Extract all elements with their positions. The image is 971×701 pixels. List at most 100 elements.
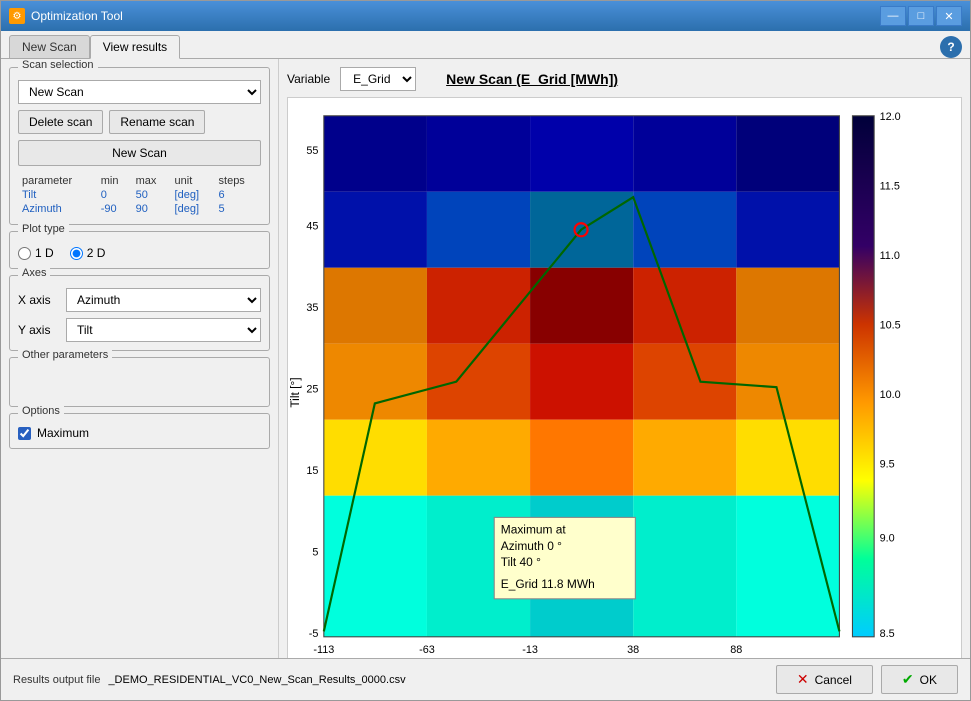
cell-0-0: [324, 116, 427, 192]
new-scan-button[interactable]: New Scan: [18, 140, 261, 166]
chart-svg: 55 45 35 25 15 5 -5 Tilt [°]: [288, 98, 961, 658]
x-tick-88: 88: [730, 644, 742, 656]
x-axis-dropdown[interactable]: Azimuth: [66, 288, 261, 312]
radio-1d-input[interactable]: [18, 247, 31, 260]
cell-5-4: [736, 496, 839, 637]
close-button[interactable]: ✕: [936, 6, 962, 26]
maximum-row: Maximum: [18, 426, 261, 440]
radio-row: 1 D 2 D: [18, 246, 261, 260]
azimuth-unit: [deg]: [171, 202, 215, 216]
x-axis-row: X axis Azimuth: [18, 288, 261, 312]
cell-4-2: [530, 420, 633, 496]
y-axis-dropdown[interactable]: Tilt: [66, 318, 261, 342]
tilt-min: 0: [97, 188, 132, 202]
radio-2d-input[interactable]: [70, 247, 83, 260]
radio-2d-label: 2 D: [87, 246, 106, 260]
cell-4-0: [324, 420, 427, 496]
cell-1-3: [633, 192, 736, 268]
colorbar-rect: [852, 116, 874, 637]
tab-new-scan[interactable]: New Scan: [9, 35, 90, 58]
scan-btn-row: Delete scan Rename scan: [18, 110, 261, 134]
col-max: max: [132, 174, 171, 188]
cell-0-2: [530, 116, 633, 192]
cell-3-2: [530, 344, 633, 420]
cb-label-95: 9.5: [880, 458, 895, 470]
other-params-group: Other parameters: [9, 357, 270, 407]
azimuth-max: 90: [132, 202, 171, 216]
col-steps: steps: [215, 174, 261, 188]
cell-2-2: [530, 268, 633, 344]
cell-1-1: [427, 192, 530, 268]
maximize-button[interactable]: □: [908, 6, 934, 26]
tooltip-line1: Maximum at: [501, 523, 567, 537]
scan-selection-group: Scan selection New Scan Delete scan Rena…: [9, 67, 270, 225]
cb-label-115: 11.5: [880, 181, 900, 193]
azimuth-min: -90: [97, 202, 132, 216]
delete-scan-button[interactable]: Delete scan: [18, 110, 103, 134]
plot-type-title: Plot type: [18, 223, 69, 235]
axes-title: Axes: [18, 267, 50, 279]
tilt-steps: 6: [215, 188, 261, 202]
cell-3-0: [324, 344, 427, 420]
main-window: ⚙ Optimization Tool — □ ✕ New Scan View …: [0, 0, 971, 701]
radio-2d[interactable]: 2 D: [70, 246, 106, 260]
results-file-section: Results output file _DEMO_RESIDENTIAL_VC…: [13, 674, 406, 686]
cell-2-1: [427, 268, 530, 344]
title-bar-left: ⚙ Optimization Tool: [9, 8, 123, 24]
cb-label-12: 12.0: [880, 111, 901, 123]
app-icon: ⚙: [9, 8, 25, 24]
y-tick-35: 35: [306, 302, 318, 314]
x-tick-13: -13: [522, 644, 538, 656]
cell-1-4: [736, 192, 839, 268]
maximum-checkbox[interactable]: [18, 427, 31, 440]
y-axis-label: Tilt [°]: [288, 377, 302, 407]
cb-label-85: 8.5: [880, 628, 895, 640]
cb-label-10: 10.0: [880, 389, 901, 401]
x-tick-38: 38: [627, 644, 639, 656]
cb-label-11: 11.0: [880, 250, 900, 262]
maximum-label: Maximum: [37, 426, 89, 440]
cancel-button[interactable]: ✕ Cancel: [776, 665, 873, 694]
ok-button[interactable]: ✔ OK: [881, 665, 958, 694]
scan-selection-title: Scan selection: [18, 59, 98, 71]
param-row-azimuth: Azimuth -90 90 [deg] 5: [18, 202, 261, 216]
y-tick-25: 25: [306, 384, 318, 396]
tooltip-line2: Azimuth 0 °: [501, 539, 562, 553]
tab-view-results[interactable]: View results: [90, 35, 180, 59]
col-min: min: [97, 174, 132, 188]
help-button[interactable]: ?: [940, 36, 962, 58]
cancel-icon: ✕: [797, 671, 809, 688]
cell-3-4: [736, 344, 839, 420]
tilt-max: 50: [132, 188, 171, 202]
window-controls: — □ ✕: [880, 6, 962, 26]
options-group: Options Maximum: [9, 413, 270, 449]
tooltip-line3: Tilt 40 °: [501, 555, 541, 569]
y-tick-5: 5: [312, 546, 318, 558]
y-axis-label: Y axis: [18, 323, 58, 337]
variable-label: Variable: [287, 72, 330, 86]
rename-scan-button[interactable]: Rename scan: [109, 110, 205, 134]
radio-1d[interactable]: 1 D: [18, 246, 54, 260]
axes-group: Axes X axis Azimuth Y axis Tilt: [9, 275, 270, 351]
col-parameter: parameter: [18, 174, 97, 188]
cell-2-4: [736, 268, 839, 344]
variable-dropdown[interactable]: E_Grid: [340, 67, 416, 91]
cell-2-0: [324, 268, 427, 344]
minimize-button[interactable]: —: [880, 6, 906, 26]
col-unit: unit: [171, 174, 215, 188]
cell-5-3: [633, 496, 736, 637]
y-tick-15: 15: [306, 465, 318, 477]
other-params-title: Other parameters: [18, 349, 112, 361]
y-axis-row: Y axis Tilt: [18, 318, 261, 342]
radio-1d-label: 1 D: [35, 246, 54, 260]
results-filename: _DEMO_RESIDENTIAL_VC0_New_Scan_Results_0…: [108, 674, 405, 686]
bottom-buttons: ✕ Cancel ✔ OK: [776, 665, 958, 694]
scan-dropdown[interactable]: New Scan: [18, 80, 261, 104]
x-axis-label: X axis: [18, 293, 58, 307]
cb-label-9: 9.0: [880, 532, 895, 544]
cell-1-0: [324, 192, 427, 268]
cell-0-1: [427, 116, 530, 192]
bottom-bar: Results output file _DEMO_RESIDENTIAL_VC…: [1, 658, 970, 700]
tooltip-line4: E_Grid 11.8 MWh: [501, 577, 595, 591]
plot-type-group: Plot type 1 D 2 D: [9, 231, 270, 269]
